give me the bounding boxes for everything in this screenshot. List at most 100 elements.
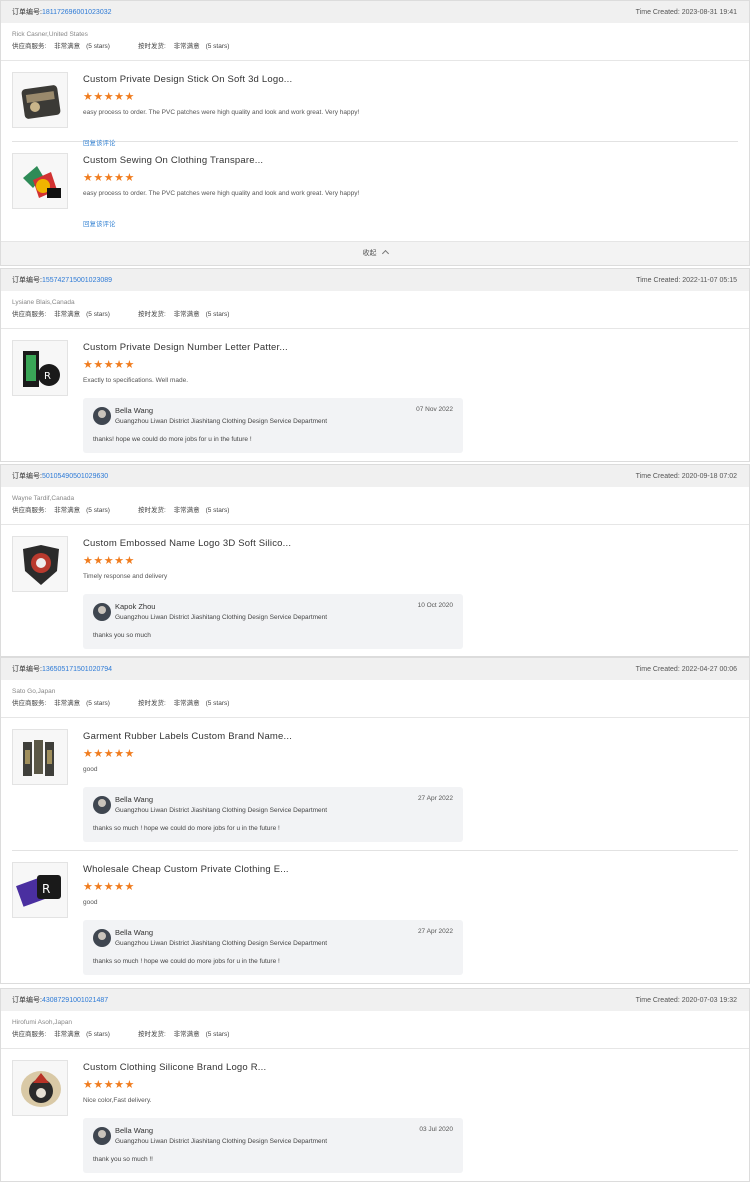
reply-author: Bella Wang	[115, 928, 154, 937]
reply-company: Guangzhou Liwan District Jiashitang Clot…	[115, 1138, 328, 1145]
time-label: Time Created:	[635, 472, 682, 480]
product-thumbnail[interactable]	[12, 72, 68, 128]
product-thumbnail[interactable]: R	[12, 862, 68, 918]
supplier-service-label: 供应商服务:	[12, 1031, 49, 1038]
rating-stars: ★★★★★	[83, 555, 135, 567]
order-card: 订单编号:136505171501020794 Time Created: 20…	[0, 657, 750, 984]
avatar	[93, 1127, 111, 1145]
rating-stars: ★★★★★	[83, 881, 135, 893]
buyer-location: Sato Go,Japan	[12, 688, 56, 695]
time-created: 2022-11-07 05:15	[682, 276, 737, 284]
avatar	[93, 929, 111, 947]
product-thumbnail[interactable]	[12, 729, 68, 785]
buyer-info: Rick Casner,United States 供应商服务: 非常满意 (5 …	[1, 23, 749, 53]
product-thumbnail[interactable]	[12, 153, 68, 209]
reply-date: 27 Apr 2022	[417, 928, 453, 935]
review-item: Custom Private Design Stick On Soft 3d L…	[1, 61, 749, 147]
reply-company: Guangzhou Liwan District Jiashitang Clot…	[115, 418, 328, 425]
order-label: 订单编号:	[12, 9, 42, 16]
product-title[interactable]: Custom Private Design Number Letter Patt…	[83, 341, 738, 355]
review-text: Nice color,Fast delivery.	[83, 1097, 152, 1104]
order-header: 订单编号:50105490501029630 Time Created: 202…	[1, 465, 749, 487]
reply-author: Bella Wang	[115, 1126, 154, 1135]
reply-link[interactable]: 回复该评论	[83, 220, 738, 230]
collapse-label: 收起	[362, 250, 377, 257]
rating-value: 非常满意	[173, 1031, 200, 1038]
rating-stars-text: (5 stars)	[86, 43, 110, 50]
seller-reply: Bella Wang 27 Apr 2022 Guangzhou Liwan D…	[83, 787, 463, 842]
reply-date: 10 Oct 2020	[417, 602, 453, 609]
reply-author: Bella Wang	[115, 406, 154, 415]
review-text: Exactly to specifications. Well made.	[83, 377, 189, 384]
seller-reply: Kapok Zhou 10 Oct 2020 Guangzhou Liwan D…	[83, 594, 463, 649]
avatar	[93, 407, 111, 425]
seller-reply: Bella Wang 07 Nov 2022 Guangzhou Liwan D…	[83, 398, 463, 453]
rating-stars-text: (5 stars)	[86, 700, 110, 707]
avatar	[93, 796, 111, 814]
order-number-link[interactable]: 43087291001021487	[42, 997, 108, 1004]
product-thumbnail[interactable]: R	[12, 340, 68, 396]
rating-stars-text: (5 stars)	[205, 311, 230, 318]
rating-stars: ★★★★★	[83, 1079, 135, 1091]
time-label: Time Created:	[635, 996, 682, 1004]
time-label: Time Created:	[635, 8, 682, 16]
supplier-service-label: 供应商服务:	[12, 507, 49, 514]
review-text: good	[83, 899, 98, 906]
on-time-label: 按时发货:	[137, 1031, 168, 1038]
product-title[interactable]: Garment Rubber Labels Custom Brand Name.…	[83, 730, 738, 744]
seller-reply: Bella Wang 03 Jul 2020 Guangzhou Liwan D…	[83, 1118, 463, 1173]
product-thumbnail[interactable]	[12, 1060, 68, 1116]
order-card: 订单编号:43087291001021487 Time Created: 202…	[0, 988, 750, 1182]
product-thumbnail[interactable]	[12, 536, 68, 592]
rating-stars-text: (5 stars)	[205, 700, 230, 707]
on-time-label: 按时发货:	[137, 507, 168, 514]
buyer-location: Wayne Tardif,Canada	[12, 495, 75, 502]
collapse-button[interactable]: 收起	[1, 241, 749, 265]
product-title[interactable]: Wholesale Cheap Custom Private Clothing …	[83, 863, 738, 877]
reply-company: Guangzhou Liwan District Jiashitang Clot…	[115, 940, 328, 947]
review-item: Custom Sewing On Clothing Transpare... ★…	[1, 142, 749, 228]
buyer-info: Hirofumi Asoh,Japan 供应商服务: 非常满意 (5 stars)…	[1, 1011, 749, 1041]
rating-stars: ★★★★★	[83, 748, 135, 760]
rating-value: 非常满意	[54, 700, 81, 707]
buyer-location: Hirofumi Asoh,Japan	[12, 1019, 72, 1026]
review-text: good	[83, 766, 98, 773]
on-time-label: 按时发货:	[137, 700, 168, 707]
buyer-info: Wayne Tardif,Canada 供应商服务: 非常满意 (5 stars)…	[1, 487, 749, 517]
order-number-link[interactable]: 155742715001023089	[42, 277, 112, 284]
seller-ratings: 供应商服务: 非常满意 (5 stars) 按时发货: 非常满意 (5 stars)	[12, 41, 738, 53]
order-header: 订单编号:181172696001023032 Time Created: 20…	[1, 1, 749, 23]
product-title[interactable]: Custom Embossed Name Logo 3D Soft Silico…	[83, 537, 738, 551]
rating-stars: ★★★★★	[83, 359, 135, 371]
buyer-info: Lysiane Blais,Canada 供应商服务: 非常满意 (5 stars…	[1, 291, 749, 321]
reply-text: thanks you so much	[93, 632, 151, 639]
order-number-link[interactable]: 50105490501029630	[42, 473, 108, 480]
order-header: 订单编号:43087291001021487 Time Created: 202…	[1, 989, 749, 1011]
rating-value: 非常满意	[54, 43, 81, 50]
svg-text:R: R	[42, 882, 50, 896]
rating-stars-text: (5 stars)	[205, 1031, 230, 1038]
buyer-location: Lysiane Blais,Canada	[12, 299, 75, 306]
buyer-location: Rick Casner,United States	[12, 31, 88, 38]
svg-text:R: R	[44, 371, 51, 382]
product-title[interactable]: Custom Clothing Silicone Brand Logo R...	[83, 1061, 738, 1075]
order-card: 订单编号:181172696001023032 Time Created: 20…	[0, 0, 750, 266]
reply-company: Guangzhou Liwan District Jiashitang Clot…	[115, 807, 328, 814]
chevron-up-icon	[381, 249, 389, 258]
reply-date: 07 Nov 2022	[416, 406, 453, 413]
reply-text: thanks so much ! hope we could do more j…	[93, 825, 280, 832]
reply-date: 03 Jul 2020	[419, 1126, 453, 1133]
order-card: 订单编号:50105490501029630 Time Created: 202…	[0, 464, 750, 657]
rating-value: 非常满意	[54, 311, 81, 318]
rating-stars-text: (5 stars)	[86, 311, 110, 318]
seller-ratings: 供应商服务: 非常满意 (5 stars) 按时发货: 非常满意 (5 stars)	[12, 1029, 738, 1041]
rating-value: 非常满意	[54, 1031, 81, 1038]
rating-value: 非常满意	[173, 311, 200, 318]
product-title[interactable]: Custom Private Design Stick On Soft 3d L…	[83, 73, 738, 87]
reply-date: 27 Apr 2022	[417, 795, 453, 802]
supplier-service-label: 供应商服务:	[12, 311, 49, 318]
order-number-link[interactable]: 181172696001023032	[42, 9, 112, 16]
order-number-link[interactable]: 136505171501020794	[42, 666, 112, 673]
on-time-label: 按时发货:	[137, 311, 168, 318]
product-title[interactable]: Custom Sewing On Clothing Transpare...	[83, 154, 738, 168]
